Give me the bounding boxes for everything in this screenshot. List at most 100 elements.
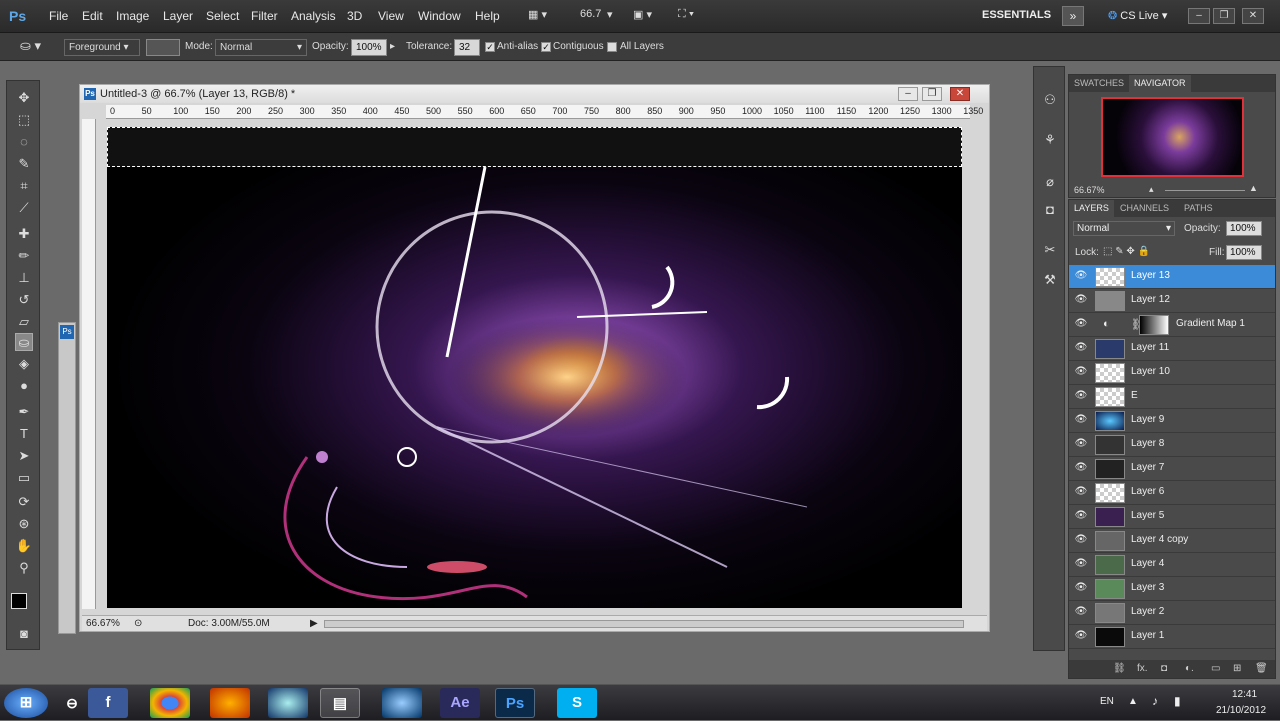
menu-layer[interactable]: Layer — [163, 9, 193, 23]
workspace-expand-icon[interactable]: » — [1062, 6, 1084, 26]
eye-icon[interactable]: 👁 — [1074, 606, 1088, 617]
eye-icon[interactable]: 👁 — [1074, 294, 1088, 305]
layer-row[interactable]: 👁 Layer 8 — [1069, 433, 1275, 457]
eye-icon[interactable]: 👁 — [1074, 390, 1088, 401]
after-effects-icon[interactable]: Ae — [440, 688, 480, 718]
tolerance-input[interactable]: 32 — [454, 39, 480, 56]
close-icon[interactable]: ✕ — [1242, 8, 1264, 24]
mode-select[interactable]: Normal ▾ — [215, 39, 307, 56]
skype-icon[interactable]: S — [557, 688, 597, 718]
arrange-icon[interactable]: ▣ ▾ — [633, 8, 652, 21]
add-mask-icon[interactable]: ◘ — [1161, 663, 1167, 674]
clone-stamp-tool-icon[interactable]: ⊥ — [15, 269, 33, 287]
network-icon[interactable]: ▮ — [1174, 694, 1181, 708]
layer-row[interactable]: 👁 Layer 3 — [1069, 577, 1275, 601]
navigator-thumbnail[interactable] — [1101, 97, 1244, 177]
layer-row[interactable]: 👁 ◐ ⛓ Gradient Map 1 — [1069, 313, 1275, 337]
document-titlebar[interactable]: Ps Untitled-3 @ 66.7% (Layer 13, RGB/8) … — [80, 85, 989, 103]
vertical-ruler[interactable] — [82, 119, 96, 609]
chrome-icon[interactable] — [150, 688, 190, 718]
zoom-slider[interactable] — [1165, 190, 1245, 191]
layer-row[interactable]: 👁 Layer 12 — [1069, 289, 1275, 313]
clock-date[interactable]: 21/10/2012 — [1216, 705, 1266, 716]
history-brush-tool-icon[interactable]: ↺ — [15, 291, 33, 309]
eye-icon[interactable]: 👁 — [1074, 270, 1088, 281]
menu-file[interactable]: File — [49, 9, 68, 23]
zoom-tool-icon[interactable]: ⚲ — [15, 559, 33, 577]
status-zoom[interactable]: 66.67% — [86, 616, 120, 632]
doc-close-icon[interactable]: ✕ — [950, 87, 970, 101]
globe-icon[interactable] — [382, 688, 422, 718]
firefox-icon[interactable] — [210, 688, 250, 718]
zoom-dropdown-icon[interactable]: ▾ — [607, 8, 613, 21]
canvas[interactable] — [107, 127, 962, 608]
marquee-tool-icon[interactable]: ⬚ — [15, 111, 33, 129]
volume-icon[interactable]: ♪ — [1152, 694, 1158, 708]
3d-rotate-tool-icon[interactable]: ⟳ — [15, 493, 33, 511]
layer-row[interactable]: 👁 Layer 7 — [1069, 457, 1275, 481]
quick-select-tool-icon[interactable]: ✎ — [15, 155, 33, 173]
tab-paths[interactable]: PATHS — [1179, 200, 1218, 217]
shape-tool-icon[interactable]: ▭ — [15, 469, 33, 487]
facebook-icon[interactable]: f — [88, 688, 128, 718]
language-indicator[interactable]: EN — [1100, 696, 1114, 707]
eyedropper-tool-icon[interactable]: ⟋ — [15, 199, 33, 217]
opacity-input[interactable]: 100% — [351, 39, 387, 56]
document-tab-icon[interactable]: Ps — [60, 325, 74, 339]
eye-icon[interactable]: 👁 — [1074, 558, 1088, 569]
layer-row[interactable]: 👁 Layer 10 — [1069, 361, 1275, 385]
explorer-icon[interactable]: ▤ — [320, 688, 360, 718]
eye-icon[interactable]: 👁 — [1074, 366, 1088, 377]
tab-channels[interactable]: CHANNELS — [1115, 200, 1174, 217]
eye-icon[interactable]: 👁 — [1074, 534, 1088, 545]
dodge-tool-icon[interactable]: ● — [15, 377, 33, 395]
menu-filter[interactable]: Filter — [251, 9, 278, 23]
eraser-tool-icon[interactable]: ▱ — [15, 313, 33, 331]
type-tool-icon[interactable]: T — [15, 425, 33, 443]
bridge-icon[interactable]: ▦ ▾ — [528, 8, 547, 21]
layer-row[interactable]: 👁 Layer 6 — [1069, 481, 1275, 505]
eye-icon[interactable]: 👁 — [1074, 414, 1088, 425]
eye-icon[interactable]: 👁 — [1074, 630, 1088, 641]
zoom-out-icon[interactable]: ▴ — [1149, 184, 1154, 195]
doc-minimize-icon[interactable]: – — [898, 87, 918, 101]
tray-expand-icon[interactable]: ▲ — [1128, 696, 1138, 707]
cslive-menu[interactable]: ❂ CS Live ▾ — [1108, 9, 1167, 22]
zoom-in-icon[interactable]: ▲ — [1249, 183, 1258, 193]
lasso-tool-icon[interactable]: ◌ — [15, 133, 33, 151]
eye-icon[interactable]: 👁 — [1074, 462, 1088, 473]
eye-icon[interactable]: 👁 — [1074, 582, 1088, 593]
layer-row[interactable]: 👁 Layer 11 — [1069, 337, 1275, 361]
layer-row[interactable]: 👁 Layer 13 — [1069, 265, 1275, 289]
hand-tool-icon[interactable]: ✋ — [15, 537, 33, 555]
new-group-icon[interactable]: ▭ — [1211, 663, 1220, 674]
tab-navigator[interactable]: NAVIGATOR — [1129, 75, 1191, 92]
layer-row[interactable]: 👁 Layer 2 — [1069, 601, 1275, 625]
layer-row[interactable]: 👁 Layer 4 copy — [1069, 529, 1275, 553]
delete-layer-icon[interactable]: 🗑 — [1255, 663, 1268, 674]
doc-restore-icon[interactable]: ❐ — [922, 87, 942, 101]
layer-row[interactable]: 👁 E — [1069, 385, 1275, 409]
menu-edit[interactable]: Edit — [82, 9, 103, 23]
fill-input[interactable]: 100% — [1226, 245, 1262, 260]
move-tool-icon[interactable]: ✥ — [15, 89, 33, 107]
navigator-zoom[interactable]: 66.67% — [1074, 185, 1105, 195]
windows-start-icon[interactable]: ⊞ — [4, 688, 48, 718]
pen-tool-icon[interactable]: ✒ — [15, 403, 33, 421]
clone-source-panel-icon[interactable]: ◘ — [1041, 201, 1059, 219]
healing-brush-tool-icon[interactable]: ✚ — [15, 225, 33, 243]
adjustments-panel-icon[interactable]: ⚒ — [1041, 271, 1059, 289]
photoshop-taskbar-icon[interactable]: Ps — [495, 688, 535, 718]
tray-app-icon[interactable]: ⊖ — [52, 688, 92, 718]
menu-image[interactable]: Image — [116, 9, 149, 23]
layer-row[interactable]: 👁 Layer 9 — [1069, 409, 1275, 433]
workspace-switcher[interactable]: ESSENTIALS — [982, 9, 1051, 21]
minimize-icon[interactable]: – — [1188, 8, 1210, 24]
layer-row[interactable]: 👁 Layer 5 — [1069, 505, 1275, 529]
fill-source-select[interactable]: Foreground ▾ — [64, 39, 140, 56]
eye-icon[interactable]: 👁 — [1074, 486, 1088, 497]
zoom-level[interactable]: 66.7 — [580, 8, 601, 20]
menu-3d[interactable]: 3D — [347, 9, 362, 23]
status-info-icon[interactable]: ⊙ — [134, 616, 142, 632]
eye-icon[interactable]: 👁 — [1074, 510, 1088, 521]
